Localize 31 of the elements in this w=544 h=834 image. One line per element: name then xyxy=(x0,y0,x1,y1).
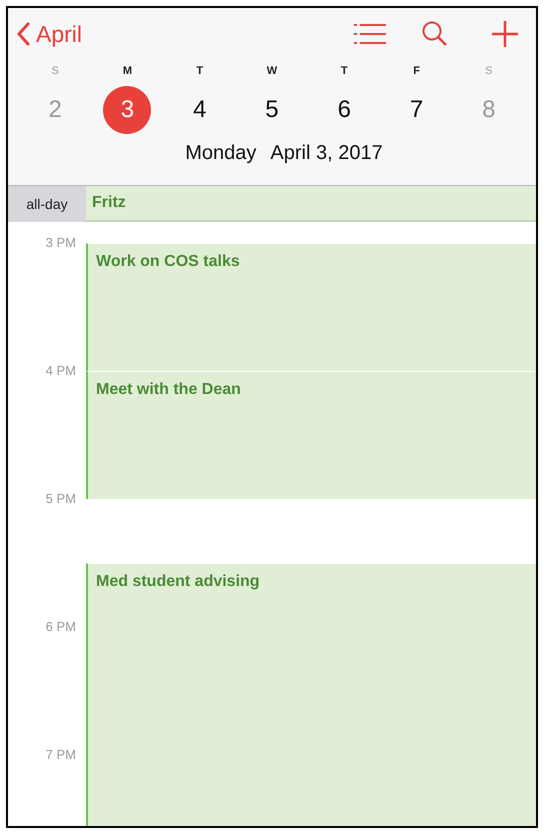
date-button[interactable]: 4 xyxy=(176,86,224,134)
date-button[interactable]: 6 xyxy=(320,86,368,134)
weekday-label: S xyxy=(51,64,59,79)
hour-label: 5 PM xyxy=(46,490,76,508)
weekday-label: M xyxy=(122,64,132,79)
date-button[interactable]: 2 xyxy=(31,86,80,134)
back-button[interactable]: April xyxy=(16,16,82,52)
date-button[interactable]: 8 xyxy=(464,86,513,134)
hour-label: 6 PM xyxy=(46,618,76,636)
weekday-label: F xyxy=(413,64,420,79)
hour-label: 7 PM xyxy=(46,746,76,764)
day-title-date: April 3, 2017 xyxy=(270,141,383,166)
date-button[interactable]: 7 xyxy=(392,86,441,134)
weekday-label: T xyxy=(340,64,348,79)
weekday-label: W xyxy=(266,64,278,79)
day-title-weekday: Monday xyxy=(185,141,256,166)
event-block[interactable]: Meet with the Dean xyxy=(86,371,536,499)
date-button[interactable]: 5 xyxy=(248,86,296,134)
chevron-left-icon xyxy=(16,22,30,46)
event-block[interactable]: Med student advising xyxy=(86,563,536,826)
weekday-label: S xyxy=(485,64,493,79)
hour-label: 4 PM xyxy=(46,362,76,380)
hour-label: 3 PM xyxy=(46,234,76,252)
add-icon[interactable] xyxy=(492,21,518,47)
event-block[interactable]: Work on COS talks xyxy=(86,243,536,371)
search-icon[interactable] xyxy=(422,21,448,47)
all-day-label: all-day xyxy=(25,194,69,214)
weekday-label: T xyxy=(196,64,204,79)
list-icon[interactable] xyxy=(354,23,386,45)
all-day-event[interactable]: Fritz xyxy=(86,186,536,222)
date-button[interactable]: 3 xyxy=(103,86,152,134)
